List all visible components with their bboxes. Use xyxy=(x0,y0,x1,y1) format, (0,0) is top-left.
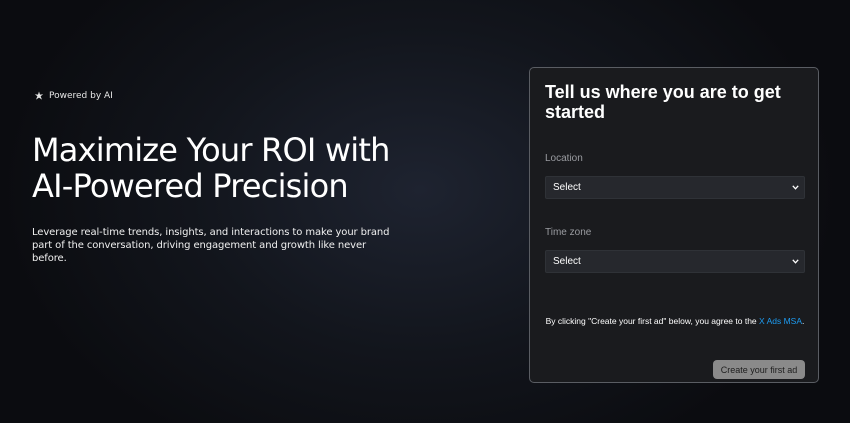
hero-subtext: Leverage real-time trends, insights, and… xyxy=(32,227,390,264)
setup-form-card: Tell us where you are to get started Loc… xyxy=(529,67,819,383)
powered-by-badge: Powered by AI xyxy=(34,88,402,104)
ads-msa-link[interactable]: X Ads MSA xyxy=(759,316,802,326)
timezone-label: Time zone xyxy=(545,227,592,238)
timezone-select-value: Select xyxy=(553,256,581,267)
sparkle-icon xyxy=(34,91,44,101)
badge-label: Powered by AI xyxy=(49,91,113,101)
hero-section: Powered by AI Maximize Your ROI with AI-… xyxy=(32,88,402,275)
chevron-down-icon xyxy=(792,259,799,264)
create-first-ad-button[interactable]: Create your first ad xyxy=(713,360,805,379)
form-title: Tell us where you are to get started xyxy=(545,82,781,122)
agreement-suffix: . xyxy=(802,316,805,326)
hero-headline: Maximize Your ROI with AI-Powered Precis… xyxy=(32,131,390,205)
timezone-select[interactable]: Select xyxy=(545,250,805,273)
chevron-down-icon xyxy=(792,185,799,190)
location-select-value: Select xyxy=(553,182,581,193)
agreement-prefix: By clicking "Create your first ad" below… xyxy=(545,316,760,326)
location-select[interactable]: Select xyxy=(545,176,805,199)
submit-row: Create your first ad xyxy=(545,360,805,379)
agreement-text: By clicking "Create your first ad" below… xyxy=(545,316,805,326)
location-label: Location xyxy=(545,153,583,164)
